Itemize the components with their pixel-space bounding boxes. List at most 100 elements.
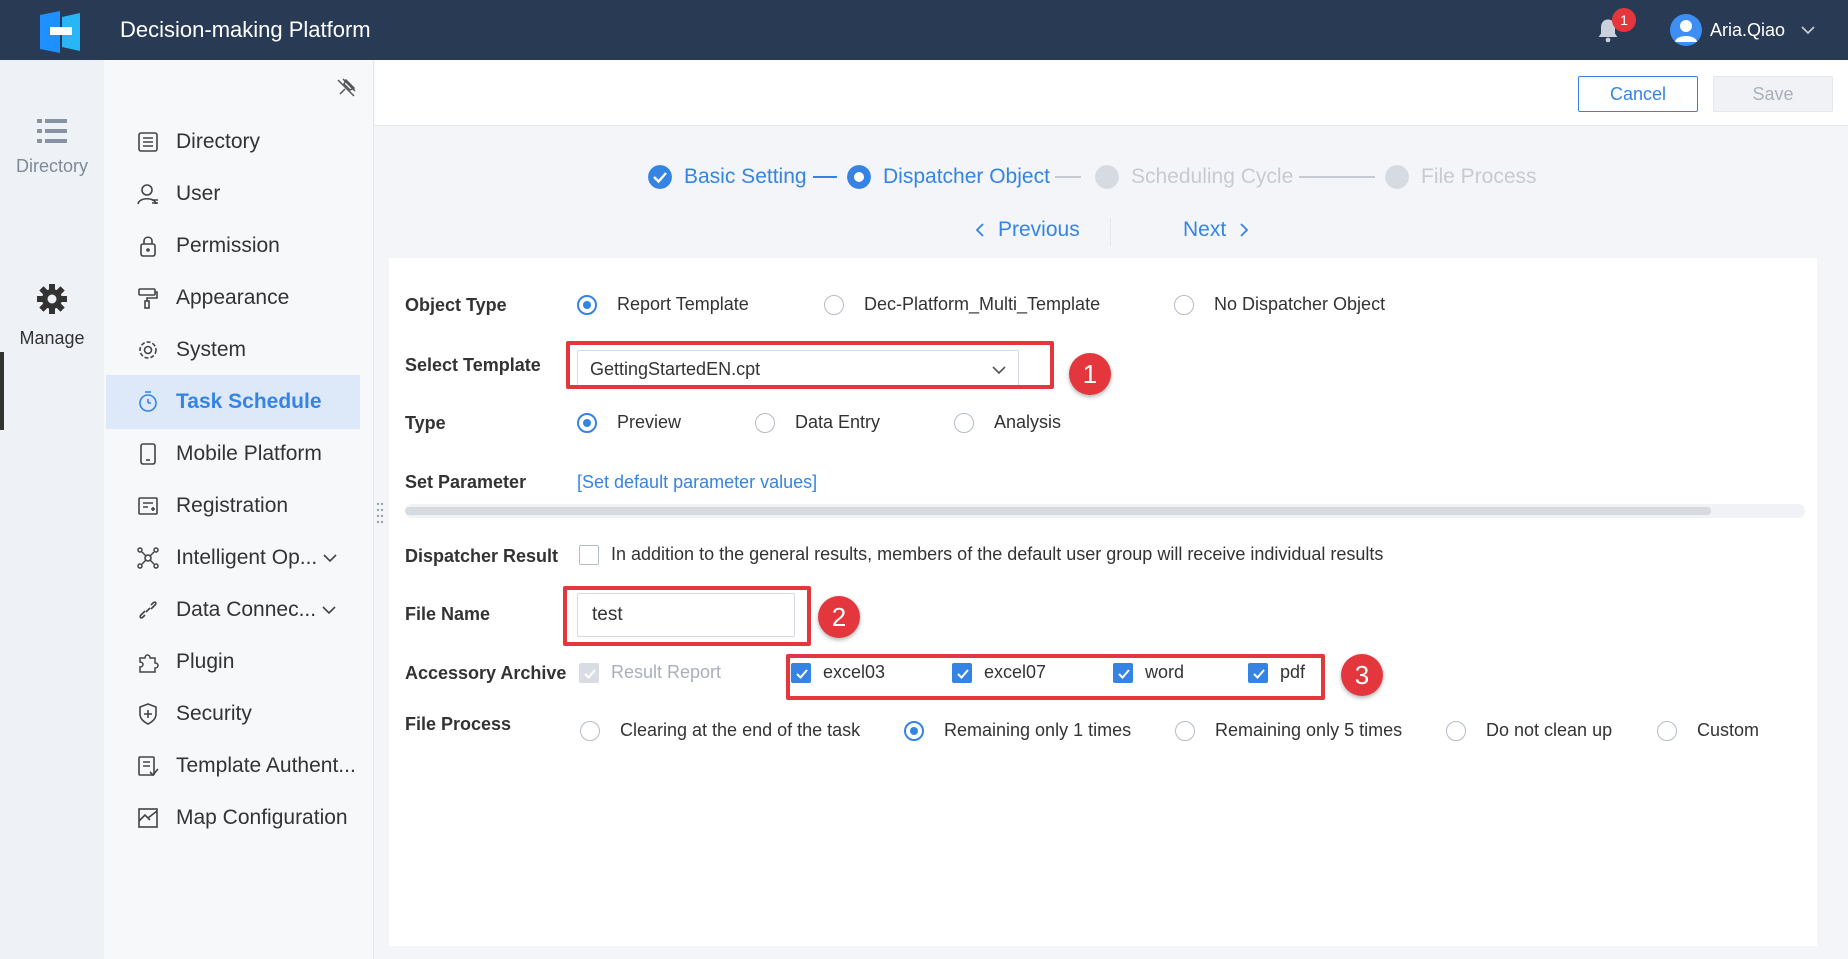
horizontal-scrollbar-thumb[interactable] bbox=[405, 507, 1711, 515]
radio[interactable] bbox=[1657, 720, 1677, 741]
step-label: Dispatcher Object bbox=[883, 165, 1050, 188]
file-process-clearing[interactable]: Clearing at the end of the task bbox=[580, 720, 860, 741]
next-label: Next bbox=[1183, 218, 1227, 241]
radio[interactable] bbox=[1174, 294, 1194, 315]
radio-selected[interactable] bbox=[577, 294, 597, 315]
sidebar-item-label: User bbox=[176, 182, 221, 205]
annotation-marker-3: 3 bbox=[1341, 654, 1383, 696]
action-bar: Cancel Save bbox=[375, 60, 1848, 126]
radio[interactable] bbox=[580, 720, 600, 741]
sidebar-item-permission[interactable]: Permission bbox=[106, 219, 360, 273]
option-label: Report Template bbox=[617, 294, 749, 314]
file-process-custom[interactable]: Custom bbox=[1657, 720, 1759, 741]
option-label: Do not clean up bbox=[1486, 720, 1613, 740]
puzzle-icon bbox=[139, 654, 159, 673]
network-icon bbox=[137, 547, 159, 569]
radio[interactable] bbox=[824, 294, 844, 315]
sidebar-item-intelligent-ops[interactable]: Intelligent Op... bbox=[106, 531, 360, 585]
type-data-entry[interactable]: Data Entry bbox=[755, 412, 880, 433]
checkbox-unchecked[interactable] bbox=[579, 544, 599, 565]
step-label: Basic Setting bbox=[684, 165, 807, 188]
sidebar-item-security[interactable]: Security bbox=[106, 687, 360, 741]
radio[interactable] bbox=[755, 412, 775, 433]
option-label: Dec-Platform_Multi_Template bbox=[864, 294, 1101, 314]
radio-selected[interactable] bbox=[904, 720, 924, 741]
chevron-down-icon[interactable] bbox=[1800, 22, 1816, 38]
radio-selected[interactable] bbox=[577, 412, 597, 433]
gear-icon bbox=[37, 284, 67, 314]
user-name[interactable]: Aria.Qiao bbox=[1710, 0, 1785, 60]
list-icon bbox=[37, 119, 67, 143]
sidebar-item-label: Intelligent Op... bbox=[176, 546, 318, 569]
step-connector bbox=[1055, 176, 1081, 178]
sidebar-item-plugin[interactable]: Plugin bbox=[106, 635, 360, 689]
file-process-remaining-5[interactable]: Remaining only 5 times bbox=[1175, 720, 1402, 741]
cancel-button[interactable]: Cancel bbox=[1578, 76, 1698, 112]
pin-icon[interactable] bbox=[334, 76, 358, 100]
sidebar-item-map-configuration[interactable]: Map Configuration bbox=[106, 791, 360, 845]
sidebar-item-label: Template Authent... bbox=[176, 754, 356, 777]
tablet-icon bbox=[140, 443, 156, 465]
rail-item-directory[interactable]: Directory bbox=[0, 118, 104, 177]
sidebar-item-system[interactable]: System bbox=[106, 323, 360, 377]
person-icon bbox=[1675, 20, 1697, 42]
sidebar-item-label: Directory bbox=[176, 130, 261, 153]
file-process-label: File Process bbox=[405, 714, 512, 734]
sidebar-item-label: Appearance bbox=[176, 286, 290, 309]
dispatcher-result-label: Dispatcher Result bbox=[405, 546, 559, 566]
sidebar-item-directory[interactable]: Directory bbox=[106, 115, 360, 169]
radio[interactable] bbox=[1446, 720, 1466, 741]
sidebar-item-task-schedule[interactable]: Task Schedule bbox=[106, 375, 360, 429]
resize-handle-icon[interactable] bbox=[376, 500, 384, 524]
option-label: Custom bbox=[1697, 720, 1760, 740]
step-connector bbox=[813, 176, 837, 178]
rail-item-manage[interactable]: Manage bbox=[0, 282, 104, 349]
dispatcher-result-checkbox[interactable]: In addition to the general results, memb… bbox=[579, 544, 1383, 565]
rail-active-marker bbox=[0, 352, 4, 430]
step-file-process[interactable]: File Process bbox=[1385, 160, 1537, 194]
directory-icon bbox=[138, 132, 158, 152]
object-type-multi-template[interactable]: Dec-Platform_Multi_Template bbox=[824, 294, 1100, 315]
sidebar-item-label: Task Schedule bbox=[176, 390, 322, 413]
option-label: Clearing at the end of the task bbox=[620, 720, 861, 740]
file-process-remaining-1[interactable]: Remaining only 1 times bbox=[904, 720, 1131, 741]
check-circle-icon bbox=[648, 165, 672, 189]
sidebar-item-template-authentication[interactable]: Template Authent... bbox=[106, 739, 360, 793]
sidebar-item-label: Security bbox=[176, 702, 252, 725]
chevron-down-icon[interactable] bbox=[320, 601, 338, 619]
sidebar-item-user[interactable]: User bbox=[106, 167, 360, 221]
sidebar-item-label: Map Configuration bbox=[176, 806, 348, 829]
sidebar-item-data-connection[interactable]: Data Connec... bbox=[106, 583, 360, 637]
accessory-archive-label: Accessory Archive bbox=[405, 663, 567, 683]
step-scheduling-cycle[interactable]: Scheduling Cycle bbox=[1095, 160, 1293, 194]
sidebar-item-mobile-platform[interactable]: Mobile Platform bbox=[106, 427, 360, 481]
step-basic-setting[interactable]: Basic Setting bbox=[648, 160, 807, 194]
object-type-none[interactable]: No Dispatcher Object bbox=[1174, 294, 1385, 315]
radio[interactable] bbox=[954, 412, 974, 433]
option-label: Analysis bbox=[994, 412, 1062, 432]
chevron-down-icon[interactable] bbox=[321, 549, 339, 567]
sidebar-item-appearance[interactable]: Appearance bbox=[106, 271, 360, 325]
pending-step-icon bbox=[1095, 165, 1119, 189]
option-label: Result Report bbox=[611, 662, 722, 682]
annotation-marker-2: 2 bbox=[818, 596, 860, 638]
object-type-label: Object Type bbox=[405, 295, 507, 315]
select-template-label: Select Template bbox=[405, 355, 541, 375]
save-button[interactable]: Save bbox=[1713, 76, 1833, 112]
type-label: Type bbox=[405, 413, 446, 433]
next-button[interactable]: Next bbox=[1183, 218, 1252, 242]
radio[interactable] bbox=[1175, 720, 1195, 741]
file-process-no-cleanup[interactable]: Do not clean up bbox=[1446, 720, 1612, 741]
object-type-report-template[interactable]: Report Template bbox=[577, 294, 749, 315]
sidebar-item-registration[interactable]: Registration bbox=[106, 479, 360, 533]
set-default-parameter-link[interactable]: [Set default parameter values] bbox=[577, 472, 817, 493]
notification-count-badge: 1 bbox=[1612, 8, 1636, 32]
type-analysis[interactable]: Analysis bbox=[954, 412, 1061, 433]
user-avatar[interactable] bbox=[1670, 14, 1702, 46]
step-dispatcher-object[interactable]: Dispatcher Object bbox=[847, 160, 1050, 194]
map-icon bbox=[138, 808, 158, 828]
type-preview[interactable]: Preview bbox=[577, 412, 681, 433]
annotation-box-template bbox=[566, 341, 1054, 389]
previous-button[interactable]: Previous bbox=[972, 218, 1080, 242]
annotation-box-formats bbox=[786, 654, 1325, 700]
